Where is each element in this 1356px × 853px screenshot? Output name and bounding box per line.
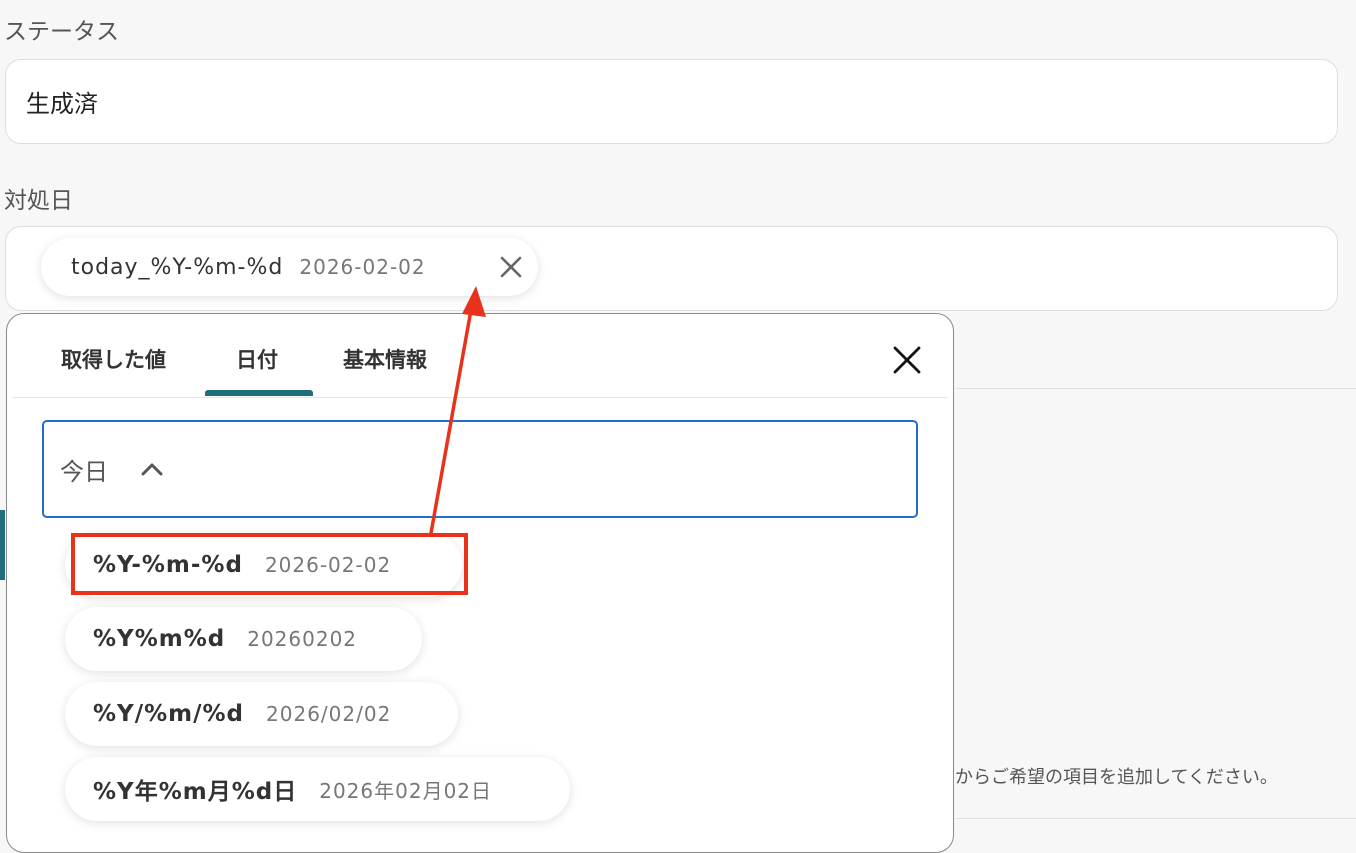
date-group-label: 今日 bbox=[60, 458, 108, 486]
status-value: 生成済 bbox=[26, 90, 98, 118]
chip-remove-icon[interactable] bbox=[498, 254, 524, 280]
option-format: %Y-%m-%d bbox=[93, 552, 243, 578]
date-format-option[interactable]: %Y/%m/%d 2026/02/02 bbox=[65, 682, 458, 746]
background-hint-text: からご希望の項目を追加してください。 bbox=[955, 767, 1278, 788]
option-format: %Y%m%d bbox=[93, 626, 226, 652]
option-value: 20260202 bbox=[247, 627, 358, 651]
date-format-option[interactable]: %Y-%m-%d 2026-02-02 bbox=[65, 533, 462, 597]
date-variable-chip[interactable]: today_%Y-%m-%d 2026-02-02 bbox=[41, 238, 538, 296]
chevron-up-icon bbox=[141, 463, 163, 476]
chip-variable-value: 2026-02-02 bbox=[299, 255, 426, 279]
status-label: ステータス bbox=[4, 19, 119, 45]
date-label: 対処日 bbox=[4, 188, 73, 214]
date-format-option[interactable]: %Y%m%d 20260202 bbox=[65, 607, 422, 671]
close-icon[interactable] bbox=[891, 344, 923, 376]
chip-variable-name: today_%Y-%m-%d bbox=[71, 254, 284, 280]
background-divider bbox=[955, 818, 1356, 819]
tab-basic-info[interactable]: 基本情報 bbox=[343, 344, 427, 374]
option-format: %Y年%m月%d日 bbox=[93, 779, 298, 805]
option-value: 2026-02-02 bbox=[264, 553, 392, 577]
tab-divider bbox=[13, 397, 947, 398]
background-teal-bar bbox=[0, 510, 5, 580]
option-value: 2026年02月02日 bbox=[319, 778, 493, 803]
status-field[interactable]: 生成済 bbox=[5, 59, 1338, 144]
active-tab-indicator bbox=[205, 390, 313, 396]
date-group-select[interactable]: 今日 bbox=[42, 420, 918, 518]
background-divider bbox=[955, 388, 1356, 389]
option-value: 2026/02/02 bbox=[266, 702, 392, 726]
tab-acquired-values[interactable]: 取得した値 bbox=[61, 344, 166, 374]
option-format: %Y/%m/%d bbox=[93, 701, 245, 727]
tab-date[interactable]: 日付 bbox=[236, 344, 278, 374]
date-format-option[interactable]: %Y年%m月%d日 2026年02月02日 bbox=[65, 757, 570, 821]
